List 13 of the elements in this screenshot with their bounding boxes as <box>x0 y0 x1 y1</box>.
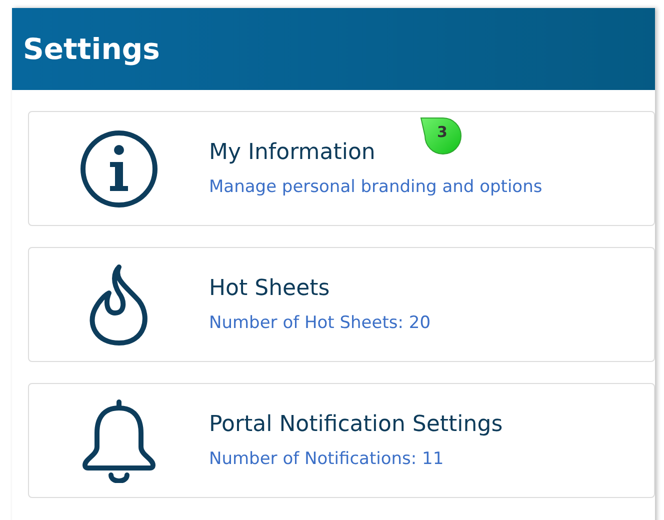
card-title: Portal Notification Settings <box>209 412 503 438</box>
card-subtitle: Number of Notifications: 11 <box>209 448 445 469</box>
settings-card[interactable]: Hot Sheets Number of Hot Sheets: 20 <box>28 247 655 362</box>
info-icon <box>79 128 159 208</box>
card-subtitle: Number of Hot Sheets: 20 <box>209 312 431 333</box>
page-title: Settings <box>23 32 160 66</box>
bell-icon <box>81 398 157 482</box>
card-title: Hot Sheets <box>209 276 331 302</box>
card-title: My Information <box>209 140 376 166</box>
step-badge: 3 <box>419 116 463 156</box>
card-subtitle: Manage personal branding and options <box>209 176 542 197</box>
settings-card[interactable]: My Information Manage personal branding and options 3 <box>28 111 655 226</box>
settings-card[interactable]: Portal Notification Settings Number of Notifications: 11 <box>28 383 655 498</box>
